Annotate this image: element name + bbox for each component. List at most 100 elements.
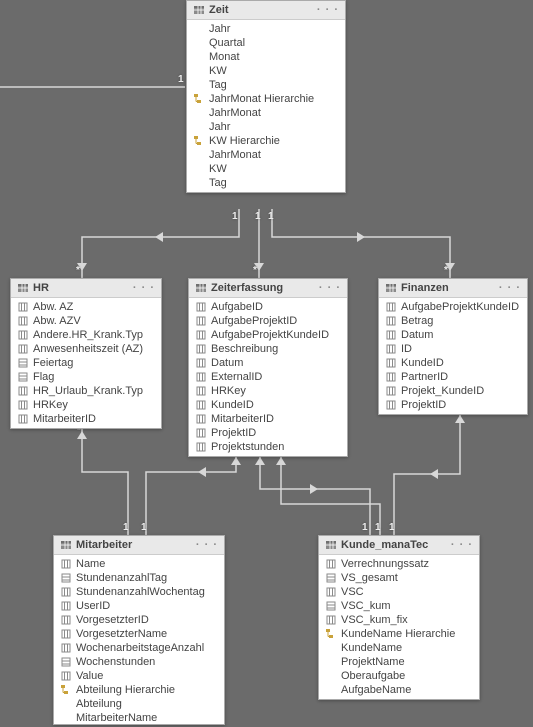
- field-row[interactable]: Andere.HR_Krank.Typ: [11, 328, 161, 342]
- field-row[interactable]: Verrechnungssatz: [319, 557, 479, 571]
- field-row[interactable]: AufgabeProjektKundeID: [189, 328, 347, 342]
- field-row[interactable]: ExternalID: [189, 370, 347, 384]
- field-row[interactable]: KW: [187, 64, 345, 78]
- hierarchy-row[interactable]: KW Hierarchie: [187, 134, 345, 148]
- table-menu-button[interactable]: · · ·: [319, 282, 341, 294]
- table-body: Verrechnungssatz VS_gesamt VSC VSC_kum V…: [319, 555, 479, 699]
- cardinality-one: 1: [362, 522, 368, 533]
- hierarchy-level[interactable]: ProjektName: [319, 655, 479, 669]
- column-icon: [60, 586, 72, 598]
- field-row[interactable]: HRKey: [11, 398, 161, 412]
- field-row[interactable]: Wochenstunden: [54, 655, 224, 669]
- field-row[interactable]: AufgabeProjektID: [189, 314, 347, 328]
- field-row[interactable]: Flag: [11, 370, 161, 384]
- table-body: Abw. AZ Abw. AZV Andere.HR_Krank.Typ Anw…: [11, 298, 161, 428]
- table-icon: [325, 539, 337, 551]
- field-row[interactable]: MitarbeiterID: [11, 412, 161, 426]
- field-row[interactable]: Anwesenheitszeit (AZ): [11, 342, 161, 356]
- hierarchy-level[interactable]: AufgabeName: [319, 683, 479, 697]
- field-row[interactable]: Datum: [379, 328, 527, 342]
- column-icon: [385, 301, 397, 313]
- hierarchy-icon: [60, 684, 72, 696]
- column-icon: [195, 385, 207, 397]
- hierarchy-level[interactable]: Tag: [187, 176, 345, 190]
- column-icon: [195, 441, 207, 453]
- field-row[interactable]: Tag: [187, 78, 345, 92]
- column-icon: [17, 385, 29, 397]
- field-row[interactable]: Datum: [189, 356, 347, 370]
- table-title: Zeiterfassung: [211, 282, 315, 294]
- field-row[interactable]: Beschreibung: [189, 342, 347, 356]
- field-row[interactable]: WochenarbeitstageAnzahl: [54, 641, 224, 655]
- table-header[interactable]: Finanzen · · ·: [379, 279, 527, 298]
- table-menu-button[interactable]: · · ·: [196, 539, 218, 551]
- table-header[interactable]: Zeit · · ·: [187, 1, 345, 20]
- hierarchy-level[interactable]: Oberaufgabe: [319, 669, 479, 683]
- field-row[interactable]: Projektstunden: [189, 440, 347, 454]
- hierarchy-level[interactable]: JahrMonat: [187, 106, 345, 120]
- field-row[interactable]: KundeID: [379, 356, 527, 370]
- table-header[interactable]: Kunde_manaTec · · ·: [319, 536, 479, 555]
- field-row[interactable]: UserID: [54, 599, 224, 613]
- field-row[interactable]: Abw. AZV: [11, 314, 161, 328]
- table-menu-button[interactable]: · · ·: [317, 4, 339, 16]
- table-menu-button[interactable]: · · ·: [451, 539, 473, 551]
- field-row[interactable]: ProjektID: [379, 398, 527, 412]
- field-row[interactable]: VS_gesamt: [319, 571, 479, 585]
- field-row[interactable]: Feiertag: [11, 356, 161, 370]
- field-row[interactable]: VSC_kum: [319, 599, 479, 613]
- measure-icon: [17, 371, 29, 383]
- table-kunde-manatec[interactable]: Kunde_manaTec · · · Verrechnungssatz VS_…: [318, 535, 480, 700]
- field-row[interactable]: HRKey: [189, 384, 347, 398]
- field-row[interactable]: Monat: [187, 50, 345, 64]
- field-row[interactable]: VorgesetzterID: [54, 613, 224, 627]
- table-header[interactable]: Mitarbeiter · · ·: [54, 536, 224, 555]
- field-row[interactable]: AufgabeID: [189, 300, 347, 314]
- table-finanzen[interactable]: Finanzen · · · AufgabeProjektKundeID Bet…: [378, 278, 528, 415]
- field-row[interactable]: PartnerID: [379, 370, 527, 384]
- field-row[interactable]: ID: [379, 342, 527, 356]
- field-row[interactable]: Name: [54, 557, 224, 571]
- field-row[interactable]: Projekt_KundeID: [379, 384, 527, 398]
- table-zeiterfassung[interactable]: Zeiterfassung · · · AufgabeID AufgabePro…: [188, 278, 348, 457]
- table-title: Mitarbeiter: [76, 539, 192, 551]
- field-row[interactable]: StundenanzahlTag: [54, 571, 224, 585]
- table-header[interactable]: HR · · ·: [11, 279, 161, 298]
- table-title: HR: [33, 282, 129, 294]
- hierarchy-level[interactable]: KW: [187, 162, 345, 176]
- hierarchy-row[interactable]: JahrMonat Hierarchie: [187, 92, 345, 106]
- cardinality-one: 1: [141, 522, 147, 533]
- table-hr[interactable]: HR · · · Abw. AZ Abw. AZV Andere.HR_Kran…: [10, 278, 162, 429]
- field-row[interactable]: ProjektID: [189, 426, 347, 440]
- field-row[interactable]: KundeID: [189, 398, 347, 412]
- table-icon: [17, 282, 29, 294]
- field-row[interactable]: VSC: [319, 585, 479, 599]
- cardinality-one: 1: [375, 522, 381, 533]
- field-row[interactable]: VSC_kum_fix: [319, 613, 479, 627]
- field-row[interactable]: Abw. AZ: [11, 300, 161, 314]
- hierarchy-row[interactable]: KundeName Hierarchie: [319, 627, 479, 641]
- column-icon: [195, 427, 207, 439]
- field-row[interactable]: Jahr: [187, 22, 345, 36]
- table-zeit[interactable]: Zeit · · · Jahr Quartal Monat KW Tag Jah…: [186, 0, 346, 193]
- hierarchy-level[interactable]: Abteilung: [54, 697, 224, 711]
- field-row[interactable]: Quartal: [187, 36, 345, 50]
- table-menu-button[interactable]: · · ·: [499, 282, 521, 294]
- field-row[interactable]: AufgabeProjektKundeID: [379, 300, 527, 314]
- field-row[interactable]: MitarbeiterID: [189, 412, 347, 426]
- field-row[interactable]: StundenanzahlWochentag: [54, 585, 224, 599]
- hierarchy-level[interactable]: MitarbeiterName: [54, 711, 224, 725]
- column-icon: [17, 413, 29, 425]
- field-row[interactable]: VorgesetzterName: [54, 627, 224, 641]
- field-row[interactable]: Betrag: [379, 314, 527, 328]
- hierarchy-level[interactable]: JahrMonat: [187, 148, 345, 162]
- table-header[interactable]: Zeiterfassung · · ·: [189, 279, 347, 298]
- field-row[interactable]: Value: [54, 669, 224, 683]
- field-row[interactable]: HR_Urlaub_Krank.Typ: [11, 384, 161, 398]
- hierarchy-level[interactable]: Jahr: [187, 120, 345, 134]
- column-icon: [195, 329, 207, 341]
- hierarchy-level[interactable]: KundeName: [319, 641, 479, 655]
- table-mitarbeiter[interactable]: Mitarbeiter · · · Name StundenanzahlTag …: [53, 535, 225, 725]
- hierarchy-row[interactable]: Abteilung Hierarchie: [54, 683, 224, 697]
- table-menu-button[interactable]: · · ·: [133, 282, 155, 294]
